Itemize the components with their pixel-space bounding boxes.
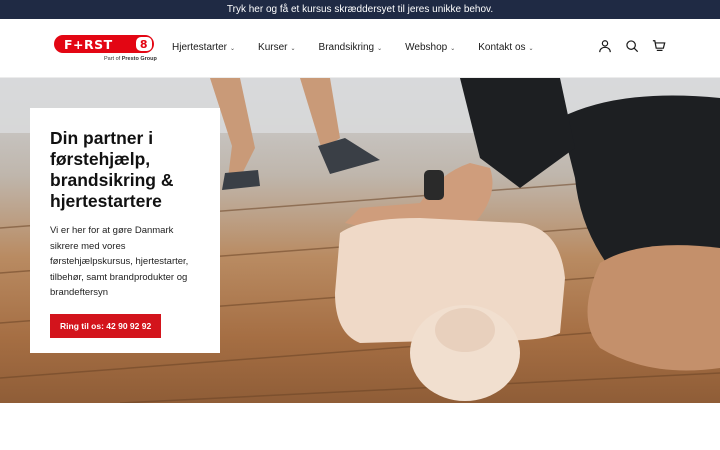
announcement-bar[interactable]: Tryk her og få et kursus skræddersyet ti… <box>0 0 720 19</box>
call-us-button[interactable]: Ring til os: 42 90 92 92 <box>50 313 162 338</box>
logo-tagline: Part of Presto Group <box>104 56 157 62</box>
account-icon[interactable] <box>598 39 612 53</box>
logo-digit: 8 <box>136 37 152 51</box>
chevron-down-icon: ⌄ <box>290 46 296 52</box>
nav-item-kurser[interactable]: Kurser ⌄ <box>258 42 295 53</box>
main-nav: Hjertestarter ⌄ Kurser ⌄ Brandsikring ⌄ Web… <box>172 19 557 76</box>
header-icons <box>598 39 666 53</box>
announcement-text: Tryk her og få et kursus skræddersyet ti… <box>226 4 494 15</box>
hero-title: Din partner i førstehjælp, brandsikring … <box>50 128 174 211</box>
logo-wordmark-text: F+RST <box>64 36 113 52</box>
nav-item-kontakt[interactable]: Kontakt os ⌄ <box>478 42 533 53</box>
site-header: F+RST 8 Part of Presto Group Hjertestart… <box>0 19 720 78</box>
logo[interactable]: F+RST 8 Part of Presto Group <box>54 35 157 65</box>
chevron-down-icon: ⌄ <box>450 46 456 52</box>
nav-item-hjertestarter[interactable]: Hjertestarter ⌄ <box>172 42 235 53</box>
nav-item-label: Hjertestarter <box>172 42 228 53</box>
nav-item-label: Kontakt os <box>478 42 526 53</box>
chevron-down-icon: ⌄ <box>377 46 383 52</box>
logo-tagline-prefix: Part of <box>104 56 121 62</box>
nav-item-label: Webshop <box>405 42 448 53</box>
chevron-down-icon: ⌄ <box>528 46 534 52</box>
nav-item-label: Kurser <box>258 42 288 53</box>
logo-wordmark: F+RST 8 <box>54 35 154 53</box>
hero-card: Din partner i førstehjælp, brandsikring … <box>30 108 220 353</box>
search-icon[interactable] <box>625 39 639 53</box>
nav-item-label: Brandsikring <box>318 42 375 53</box>
hero-banner: Din partner i førstehjælp, brandsikring … <box>0 78 720 403</box>
nav-item-brandsikring[interactable]: Brandsikring ⌄ <box>319 42 383 53</box>
hero-description: Vi er her for at gøre Danmark sikrere me… <box>50 225 189 298</box>
chevron-down-icon: ⌄ <box>230 46 236 52</box>
nav-item-webshop[interactable]: Webshop ⌄ <box>405 42 455 53</box>
cart-icon[interactable] <box>652 39 666 53</box>
logo-tagline-brand: Presto Group <box>121 56 157 62</box>
